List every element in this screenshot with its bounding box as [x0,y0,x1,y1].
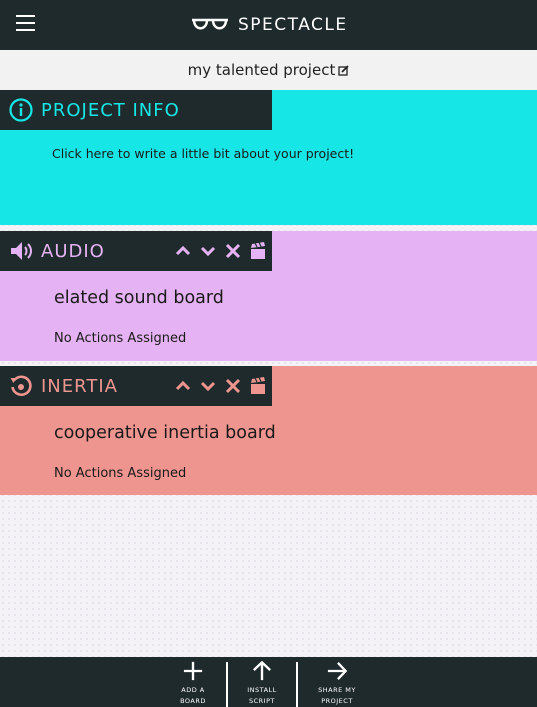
audio-board-name[interactable]: elated sound board [54,288,224,308]
share-project-button[interactable]: SHARE MY PROJECT [312,657,362,707]
inertia-board-header: INERTIA [0,366,272,406]
audio-board-actions-status: No Actions Assigned [54,331,187,346]
project-name[interactable]: my talented project [188,61,336,79]
chevron-down-icon[interactable] [198,241,218,261]
audio-board-title: AUDIO [41,240,105,262]
rotate-icon [10,375,32,397]
inertia-board-controls [168,376,268,396]
brand: SPECTACLE [190,11,348,39]
chevron-up-icon[interactable] [173,376,193,396]
install-script-button[interactable]: INSTALL SCRIPT [237,657,287,707]
arrow-right-icon [327,662,348,680]
app-title: SPECTACLE [238,15,348,35]
bottom-toolbar: ADD A BOARD INSTALL SCRIPT SHARE MY PROJ… [0,657,537,707]
audio-board-panel: AUDIO elated sound board No Actions Assi… [0,231,537,361]
speaker-icon [11,242,32,260]
top-bar: SPECTACLE [0,0,537,50]
audio-board-header: AUDIO [0,231,272,271]
clapperboard-icon[interactable] [248,376,268,396]
plus-icon [183,661,203,681]
close-icon[interactable] [223,241,243,261]
info-icon [9,98,33,122]
audio-board-controls [168,241,268,261]
toolbar-divider [296,662,298,707]
add-board-button[interactable]: ADD A BOARD [168,657,218,707]
toolbar-divider [226,662,228,707]
spectacles-logo-icon [192,18,228,30]
project-info-title: PROJECT INFO [41,99,180,121]
close-icon[interactable] [223,376,243,396]
inertia-board-name[interactable]: cooperative inertia board [54,423,276,443]
hamburger-menu-icon[interactable] [16,15,35,35]
install-script-label: INSTALL SCRIPT [247,686,277,705]
chevron-up-icon[interactable] [173,241,193,261]
project-info-header: PROJECT INFO [0,90,272,130]
project-info-panel: PROJECT INFO Click here to write a littl… [0,90,537,225]
clapperboard-icon[interactable] [248,241,268,261]
edit-icon[interactable] [338,64,349,76]
inertia-board-actions-status: No Actions Assigned [54,466,187,481]
arrow-up-icon [253,661,271,681]
inertia-board-panel: INERTIA cooperative inertia board No Act… [0,366,537,495]
project-name-bar: my talented project [0,50,537,90]
inertia-board-title: INERTIA [41,375,118,397]
project-description-placeholder[interactable]: Click here to write a little bit about y… [52,146,354,161]
chevron-down-icon[interactable] [198,376,218,396]
share-project-label: SHARE MY PROJECT [318,686,356,705]
add-board-label: ADD A BOARD [180,686,206,705]
